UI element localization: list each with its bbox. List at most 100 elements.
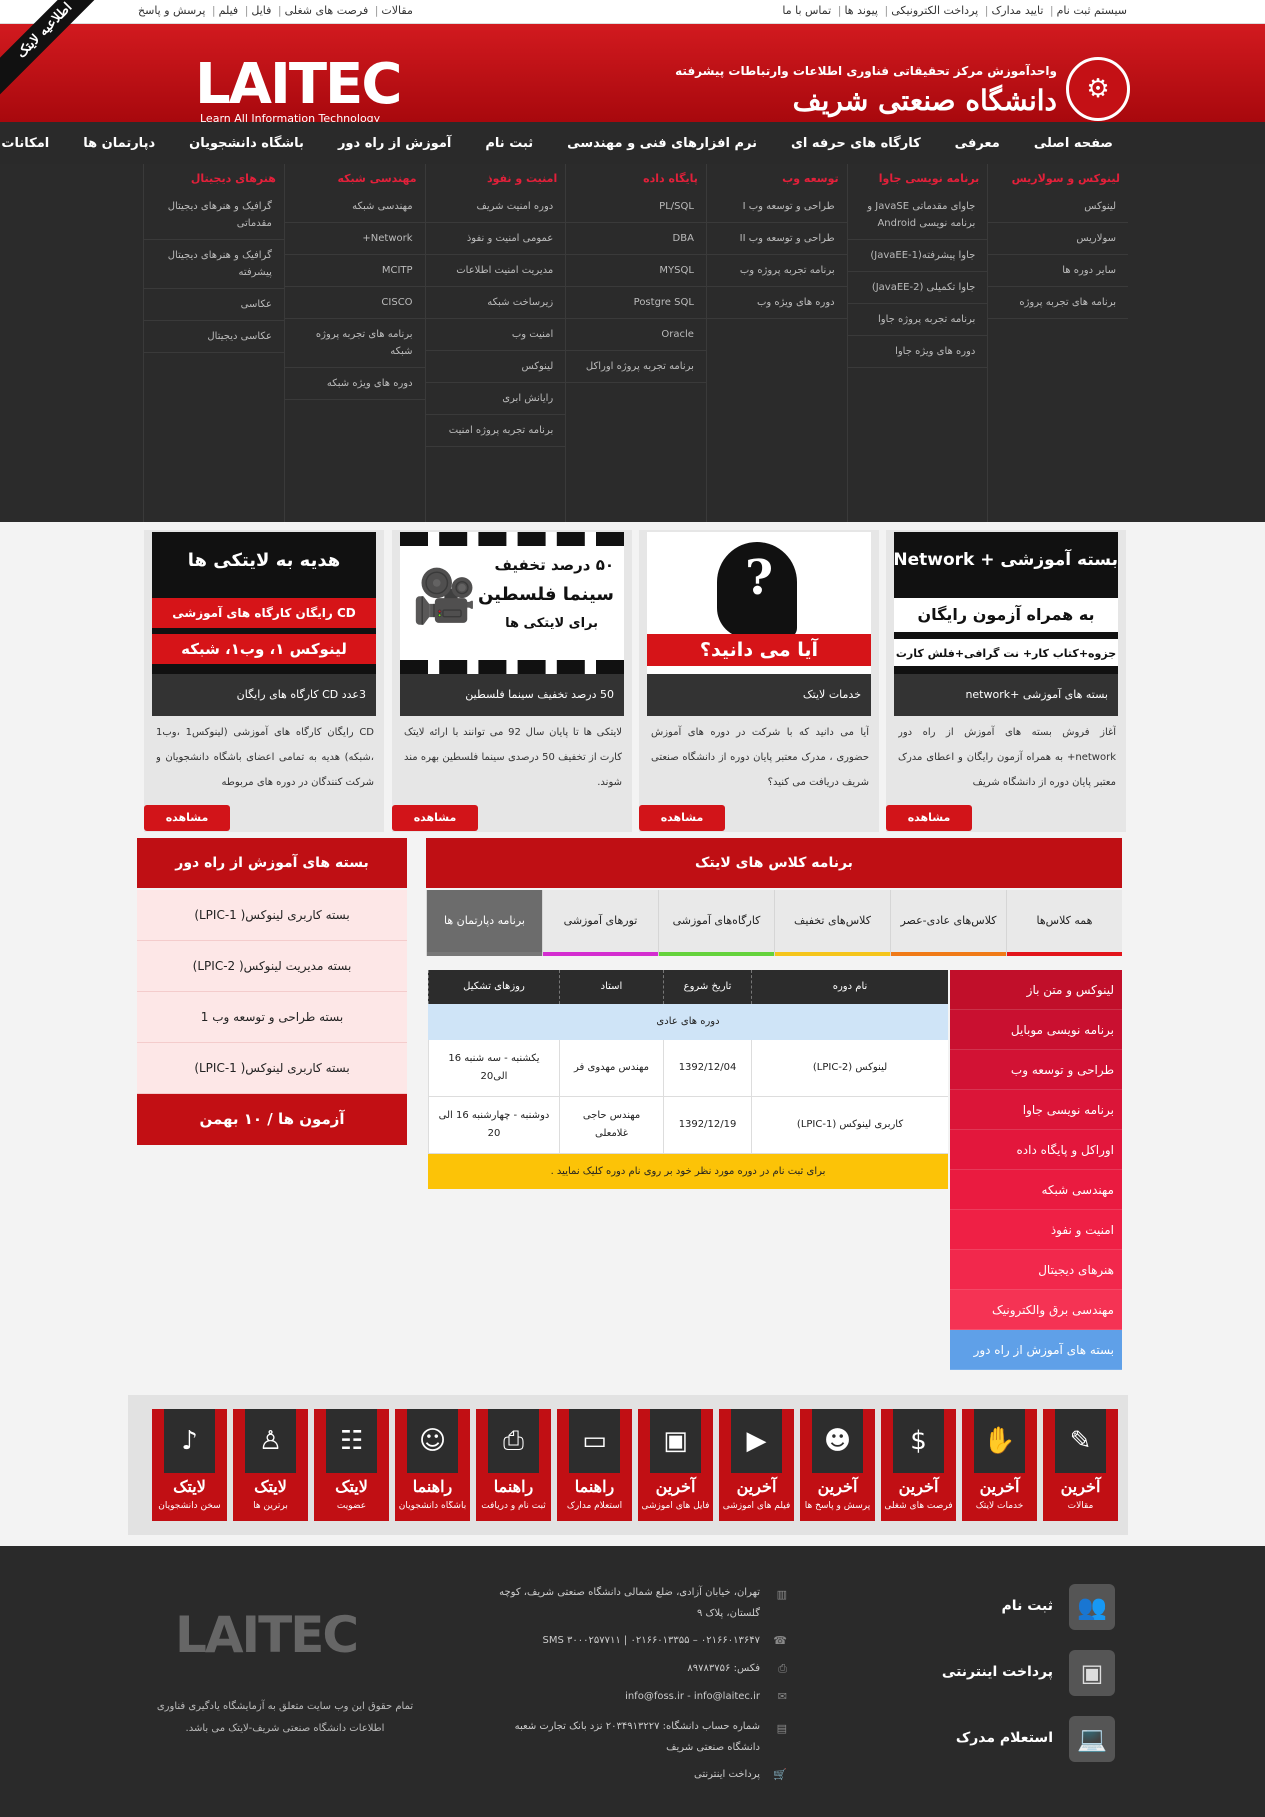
mega-col-title[interactable]: هنرهای دیجیتال <box>144 164 284 191</box>
card-caption[interactable]: 3عدد CD کارگاه های رایگان <box>152 674 376 716</box>
tab-evening-classes[interactable]: کلاس‌های عادی-عصر <box>890 890 1006 956</box>
mega-item[interactable]: جاوای مقدماتی JavaSE و برنامه نویسی Andr… <box>847 191 988 240</box>
announcement-ribbon[interactable]: اطلاعیه لایتک <box>0 0 115 101</box>
nav-workshops[interactable]: کارگاه های حرفه ای <box>791 136 921 151</box>
mega-item[interactable]: لینوکس <box>425 351 566 383</box>
mega-item[interactable]: PL/SQL <box>566 191 706 223</box>
nav-distance-learning[interactable]: آموزش از راه دور <box>338 136 451 151</box>
mega-item[interactable]: دوره امنیت شریف <box>425 191 566 223</box>
exams-banner[interactable]: آزمون ها / ۱۰ بهمن <box>137 1094 407 1145</box>
mega-col-title[interactable]: مهندسی شبکه <box>285 164 425 191</box>
card-image[interactable]: 🎥 ۵۰ درصد تخفیف سینما فلسطین برای لایتکی… <box>400 532 624 674</box>
nav-register[interactable]: ثبت نام <box>485 136 533 151</box>
top-link-films[interactable]: فیلم <box>219 4 239 17</box>
card-view-button[interactable]: مشاهده <box>392 805 478 831</box>
mega-item[interactable]: Network+ <box>284 223 425 255</box>
tab-workshops[interactable]: کارگاه‌های آموزشی <box>658 890 774 956</box>
mega-item[interactable]: دوره های ویژه شبکه <box>284 368 425 400</box>
category-item[interactable]: امنیت و نفوذ <box>950 1210 1122 1250</box>
category-item[interactable]: مهندسی شبکه <box>950 1170 1122 1210</box>
category-item[interactable]: برنامه نویسی جاوا <box>950 1090 1122 1130</box>
tile-latest-services[interactable]: ✋ آخرین خدمات لایتک <box>962 1409 1037 1521</box>
category-item[interactable]: طراحی و توسعه وب <box>950 1050 1122 1090</box>
top-link-faq[interactable]: پرسش و پاسخ <box>138 4 205 17</box>
tile-student-quotes[interactable]: ♪ لایتک سخن دانشجویان <box>152 1409 227 1521</box>
tile-guide-documents[interactable]: ▭ راهنما استعلام مدارک <box>557 1409 632 1521</box>
tile-top-students[interactable]: ♙ لایتک برترین ها <box>233 1409 308 1521</box>
mega-item[interactable]: گرافیک و هنرهای دیجیتال پیشرفته <box>144 240 284 289</box>
card-image[interactable]: هدیه به لایتکی ها CD رایگان کارگاه های آ… <box>152 532 376 674</box>
category-item[interactable]: اوراکل و پایگاه داده <box>950 1130 1122 1170</box>
footer-payment-link[interactable]: پرداخت اینترنتی <box>942 1664 1053 1680</box>
mega-item[interactable]: گرافیک و هنرهای دیجیتال مقدماتی <box>144 191 284 240</box>
mega-item[interactable]: امنیت وب <box>425 319 566 351</box>
distance-package-item[interactable]: بسته طراحی و توسعه وب 1 <box>137 992 407 1043</box>
mega-item[interactable]: جاوا پیشرفته(JavaEE-1) <box>847 240 988 272</box>
mega-item[interactable]: مهندسی شبکه <box>284 191 425 223</box>
tile-latest-videos[interactable]: ▶ آخرین فیلم های آموزشی <box>719 1409 794 1521</box>
category-item[interactable]: هنرهای دیجیتال <box>950 1250 1122 1290</box>
distance-package-item[interactable]: بسته مدیریت لینوکس( LPIC-2) <box>137 941 407 992</box>
mega-item[interactable]: DBA <box>566 223 706 255</box>
card-view-button[interactable]: مشاهده <box>886 805 972 831</box>
mega-col-title[interactable]: توسعه وب <box>707 164 847 191</box>
mega-item[interactable]: برنامه های تجربه پروژه <box>988 287 1128 319</box>
mega-item[interactable]: برنامه تجربه پروژه اوراکل <box>566 351 706 383</box>
tab-discount-classes[interactable]: کلاس‌های تخفیف <box>774 890 890 956</box>
mega-item[interactable]: مدیریت امنیت اطلاعات <box>425 255 566 287</box>
mega-item[interactable]: زیرساخت شبکه <box>425 287 566 319</box>
distance-package-item[interactable]: بسته کاربری لینوکس( LPIC-1) <box>137 1043 407 1094</box>
card-image[interactable]: بسته آموزشی + Network به همراه آزمون رای… <box>894 532 1118 674</box>
laitec-logo[interactable]: LAITEC Learn All Information Technology <box>195 56 410 132</box>
cell-course-link[interactable]: کاربری لینوکس (LPIC-1) <box>751 1097 948 1153</box>
mega-col-title[interactable]: برنامه نویسی جاوا <box>848 164 988 191</box>
mega-col-title[interactable]: امنیت و نفوذ <box>426 164 566 191</box>
nav-software[interactable]: نرم افزارهای فنی و مهندسی <box>567 136 757 151</box>
nav-student-club[interactable]: باشگاه دانشجویان <box>189 136 304 151</box>
card-image[interactable]: ? آیا می دانید؟ <box>647 532 871 674</box>
top-link-e-payment[interactable]: پرداخت الکترونیکی <box>891 4 978 17</box>
mega-item[interactable]: Oracle <box>566 319 706 351</box>
tile-latest-faq[interactable]: ☻ آخرین پرسش و پاسخ ها <box>800 1409 875 1521</box>
mega-item[interactable]: سولاریس <box>988 223 1128 255</box>
mega-item[interactable]: دوره های ویژه وب <box>706 287 847 319</box>
mega-item[interactable]: Postgre SQL <box>566 287 706 319</box>
footer-register-link[interactable]: ثبت نام <box>1002 1598 1053 1614</box>
mega-item[interactable]: رایانش ابری <box>425 383 566 415</box>
top-link-articles[interactable]: مقالات <box>381 4 412 17</box>
category-item[interactable]: بسته های آموزش از راه دور <box>950 1330 1122 1370</box>
card-caption[interactable]: 50 درصد تخفیف سینما فلسطین <box>400 674 624 716</box>
mega-item[interactable]: برنامه تجربه پروژه امنیت <box>425 415 566 447</box>
mega-item[interactable]: سایر دوره ها <box>988 255 1128 287</box>
mega-item[interactable]: MYSQL <box>566 255 706 287</box>
mega-item[interactable]: برنامه تجربه پروژه وب <box>706 255 847 287</box>
top-link-registration-system[interactable]: سیستم ثبت نام <box>1057 4 1127 17</box>
top-link-contact[interactable]: تماس با ما <box>782 4 831 17</box>
tab-all-classes[interactable]: همه کلاس‌ها <box>1006 890 1122 956</box>
top-link-files[interactable]: فایل <box>251 4 271 17</box>
mega-item[interactable]: دوره های ویژه جاوا <box>847 336 988 368</box>
category-item[interactable]: مهندسی برق والکترونیک <box>950 1290 1122 1330</box>
nav-home[interactable]: صفحه اصلی <box>1034 136 1113 151</box>
mega-item[interactable]: عکاسی دیجیتال <box>144 321 284 353</box>
top-link-verify-documents[interactable]: تایید مدارک <box>991 4 1043 17</box>
footer-certificate-link[interactable]: استعلام مدرک <box>956 1730 1053 1746</box>
card-caption[interactable]: بسته های آموزشی +network <box>894 674 1118 716</box>
mega-item[interactable]: CISCO <box>284 287 425 319</box>
mega-col-title[interactable]: لینوکس و سولاریس <box>988 164 1128 191</box>
category-item[interactable]: برنامه نویسی موبایل <box>950 1010 1122 1050</box>
tab-departments[interactable]: برنامه دپارتمان ها <box>426 890 542 956</box>
mega-item[interactable]: MCITP <box>284 255 425 287</box>
tab-tours[interactable]: تورهای آموزشی <box>542 890 658 956</box>
footer-pay-link[interactable]: پرداخت اینترنتی <box>480 1764 760 1785</box>
tile-guide-club[interactable]: ☺ راهنما باشگاه دانشجویان <box>395 1409 470 1521</box>
tile-guide-registration[interactable]: ⎙ راهنما ثبت نام و دریافت <box>476 1409 551 1521</box>
distance-package-item[interactable]: بسته کاربری لینوکس( LPIC-1) <box>137 890 407 941</box>
tile-membership[interactable]: ☷ لایتک عضویت <box>314 1409 389 1521</box>
top-link-jobs[interactable]: فرصت های شغلی <box>285 4 369 17</box>
mega-item[interactable]: عکاسی <box>144 289 284 321</box>
mega-item[interactable]: برنامه تجربه پروژه جاوا <box>847 304 988 336</box>
tile-latest-files[interactable]: ▣ آخرین فایل های آموزشی <box>638 1409 713 1521</box>
category-item[interactable]: لینوکس و متن باز <box>950 970 1122 1010</box>
mega-col-title[interactable]: پایگاه داده <box>566 164 706 191</box>
